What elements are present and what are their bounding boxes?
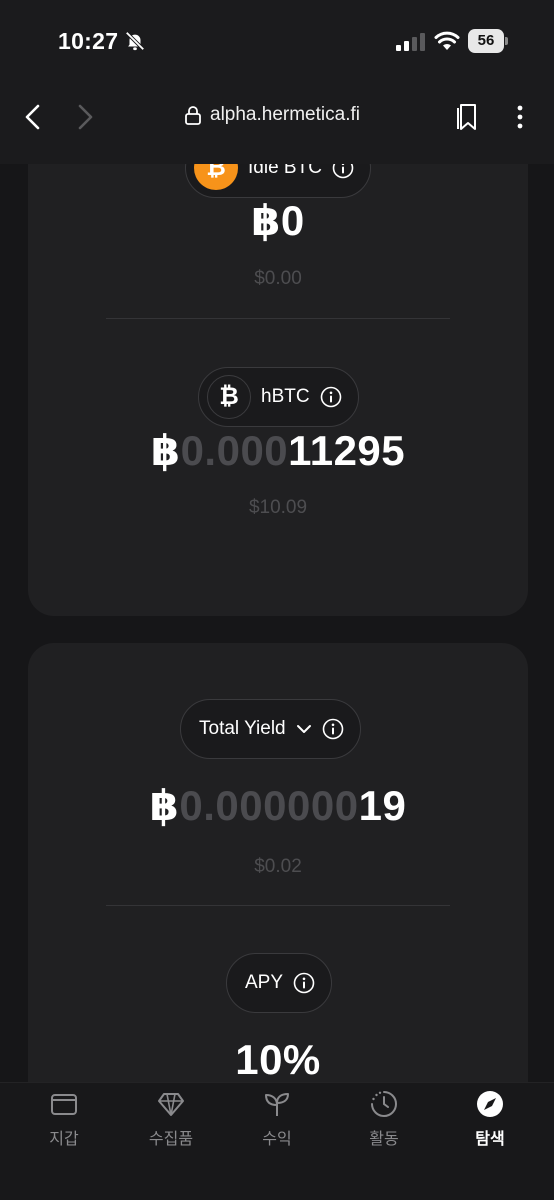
yield-card: Total Yield ฿0.00000019 $0.02 APY 10% [28, 643, 528, 1082]
apy-label: APY [245, 972, 284, 993]
tab-wallet[interactable]: 지갑 [24, 1089, 104, 1149]
tab-earn-label: 수익 [262, 1131, 292, 1148]
total-yield-label: Total Yield [199, 718, 286, 739]
hbtc-amount-leading-zeros: 0.000 [180, 427, 289, 474]
lock-icon [185, 106, 201, 125]
clock-icon [371, 1091, 397, 1117]
divider [106, 905, 450, 906]
bell-muted-icon [125, 31, 145, 51]
hbtc-pill[interactable]: ₿ hBTC [198, 367, 359, 427]
url-text: alpha.hermetica.fi [210, 104, 360, 125]
apy-pill[interactable]: APY [226, 953, 333, 1013]
page-content[interactable]: ₿ Idle BTC ฿0 $0.00 ₿ hBTC ฿0.00011295 $… [0, 164, 554, 1082]
more-menu-icon[interactable] [510, 104, 530, 130]
total-yield-amount-leading-zeros: 0.000000 [179, 782, 359, 829]
tab-earn[interactable]: 수익 [237, 1089, 317, 1149]
sprout-icon [265, 1093, 289, 1116]
battery-indicator: 56 [468, 29, 508, 53]
battery-tip [505, 37, 508, 45]
wifi-icon [434, 31, 460, 50]
total-yield-usd: $0.02 [254, 856, 302, 877]
status-time: 10:27 [58, 28, 119, 54]
info-icon[interactable] [322, 718, 344, 740]
info-icon[interactable] [293, 972, 315, 994]
tab-activity-label: 활동 [369, 1131, 399, 1148]
tab-explore-label: 탐색 [475, 1131, 505, 1148]
balance-card: ₿ Idle BTC ฿0 $0.00 ₿ hBTC ฿0.00011295 $… [28, 164, 528, 616]
battery-level: 56 [468, 29, 504, 53]
tab-explore[interactable]: 탐색 [450, 1089, 530, 1149]
status-bar: 10:27 56 [0, 0, 554, 80]
back-icon[interactable] [20, 102, 46, 132]
wallet-icon [51, 1094, 77, 1115]
tab-wallet-label: 지갑 [49, 1131, 79, 1148]
browser-toolbar: alpha.hermetica.fi [0, 80, 554, 164]
chevron-down-icon [296, 725, 311, 733]
bottom-tab-bar: 지갑 수집품 수익 활동 탐색 [0, 1082, 554, 1200]
info-icon[interactable] [320, 386, 342, 408]
hbtc-amount-symbol: ฿ [150, 427, 181, 474]
total-yield-selector[interactable]: Total Yield [180, 699, 361, 759]
tab-collectibles-label: 수집품 [148, 1131, 194, 1148]
hbtc-amount-value: 11295 [288, 427, 406, 474]
forward-icon[interactable] [72, 102, 98, 132]
diamond-icon [158, 1093, 184, 1116]
bookmarks-icon[interactable] [456, 102, 480, 132]
total-yield-amount: ฿0.00000019 [28, 781, 528, 830]
address-bar[interactable]: alpha.hermetica.fi [184, 104, 360, 126]
total-yield-amount-value: 19 [358, 782, 407, 829]
hbtc-label: hBTC [261, 386, 310, 407]
hbtc-icon: ₿ [207, 375, 251, 419]
info-icon[interactable] [332, 164, 354, 179]
tab-collectibles[interactable]: 수집품 [131, 1089, 211, 1149]
tab-activity[interactable]: 활동 [344, 1089, 424, 1149]
apy-value: 10% [235, 1036, 321, 1082]
divider [106, 318, 450, 319]
idle-btc-label: Idle BTC [248, 164, 322, 178]
idle-btc-amount: ฿0 [251, 197, 305, 244]
btc-icon: ₿ [194, 164, 238, 190]
hbtc-usd: $10.09 [248, 497, 308, 518]
idle-btc-pill[interactable]: ₿ Idle BTC [185, 164, 371, 198]
compass-icon [477, 1091, 503, 1117]
signal-icon [396, 33, 425, 51]
total-yield-amount-symbol: ฿ [149, 782, 180, 829]
hbtc-amount: ฿0.00011295 [28, 426, 528, 475]
idle-btc-usd: $0.00 [254, 268, 302, 289]
